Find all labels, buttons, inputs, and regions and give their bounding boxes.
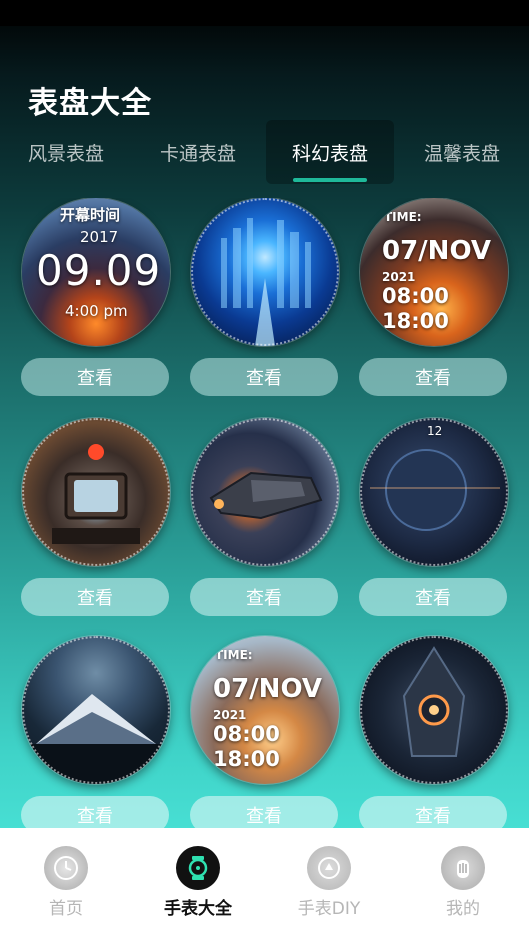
face-tag: TIME: [384,210,422,224]
view-button[interactable]: 查看 [190,578,338,616]
view-button-label: 查看 [77,368,113,389]
watch-face-preview[interactable] [22,418,170,566]
face-date: 07/NOV [213,674,322,704]
diy-icon [307,846,351,890]
view-button-label: 查看 [77,588,113,609]
face-year: 2021 [213,708,247,722]
dial-ticks [191,198,339,346]
nav-item-watch-gallery[interactable]: 手表大全 [143,846,253,926]
tab-scifi[interactable]: 科幻表盘 [266,120,394,184]
view-button[interactable]: 查看 [21,358,169,396]
nav-label: 首页 [49,899,83,919]
nav-label: 手表DIY [297,899,361,919]
face-end-time: 18:00 [382,309,449,333]
view-button-label: 查看 [77,806,113,827]
watch-icon [176,846,220,890]
watch-face-preview[interactable] [360,636,508,784]
view-button-label: 查看 [246,588,282,609]
watch-face-grid: 开幕时间 2017 09.09 4:00 pm 查看 查看 TIME: 07/N… [0,198,529,828]
watch-face-preview[interactable] [191,198,339,346]
view-button[interactable]: 查看 [190,358,338,396]
nav-label: 手表大全 [164,899,232,919]
tab-label: 温馨表盘 [423,142,500,165]
view-button-label: 查看 [246,368,282,389]
status-bar [0,0,529,26]
nav-item-watch-diy[interactable]: 手表DIY [274,846,384,926]
face-date: 07/NOV [382,236,491,266]
watch-face-preview[interactable]: 开幕时间 2017 09.09 4:00 pm [22,198,170,346]
face-end-time: 18:00 [213,747,280,771]
tab-label: 风景表盘 [27,142,104,165]
dial-ticks [22,636,170,784]
face-start-time: 08:00 [213,722,280,746]
view-button[interactable]: 查看 [21,578,169,616]
tab-cartoon[interactable]: 卡通表盘 [146,120,250,184]
bottom-navigation: 首页 手表大全 手表DIY 我的 [0,828,529,940]
active-tab-indicator [293,178,367,182]
view-button[interactable]: 查看 [359,796,507,828]
face-subtime: 4:00 pm [65,302,128,320]
tab-cozy[interactable]: 温馨表盘 [410,120,514,184]
watch-face-preview[interactable] [191,418,339,566]
home-icon [44,846,88,890]
profile-icon [441,846,485,890]
view-button-label: 查看 [415,806,451,827]
view-button[interactable]: 查看 [359,358,507,396]
nav-item-profile[interactable]: 我的 [408,846,518,926]
watch-face-preview[interactable]: TIME: 07/NOV 2021 08:00 18:00 [191,636,339,784]
tab-label: 卡通表盘 [159,142,236,165]
dial-ticks [360,636,508,784]
face-year: 2021 [382,270,416,284]
nav-label: 我的 [446,899,480,919]
view-button[interactable]: 查看 [21,796,169,828]
face-tag: TIME: [215,648,253,662]
page-title: 表盘大全 [28,86,152,121]
nav-item-home[interactable]: 首页 [11,846,121,926]
face-start-time: 08:00 [382,284,449,308]
face-heading: 开幕时间 [60,206,121,224]
view-button-label: 查看 [415,588,451,609]
dial-ticks [360,418,508,566]
face-time: 09.09 [36,246,162,295]
face-year: 2017 [80,228,119,246]
view-button-label: 查看 [246,806,282,827]
view-button-label: 查看 [415,368,451,389]
view-button[interactable]: 查看 [190,796,338,828]
watch-face-preview[interactable]: 12 [360,418,508,566]
category-tabs: 风景表盘 卡通表盘 科幻表盘 温馨表盘 [0,120,529,184]
view-button[interactable]: 查看 [359,578,507,616]
watch-face-preview[interactable]: TIME: 07/NOV 2021 08:00 18:00 [360,198,508,346]
dial-ticks [22,418,170,566]
watch-face-preview[interactable] [22,636,170,784]
tab-scenery[interactable]: 风景表盘 [14,120,118,184]
tab-label: 科幻表盘 [291,142,368,165]
dial-ticks [191,418,339,566]
